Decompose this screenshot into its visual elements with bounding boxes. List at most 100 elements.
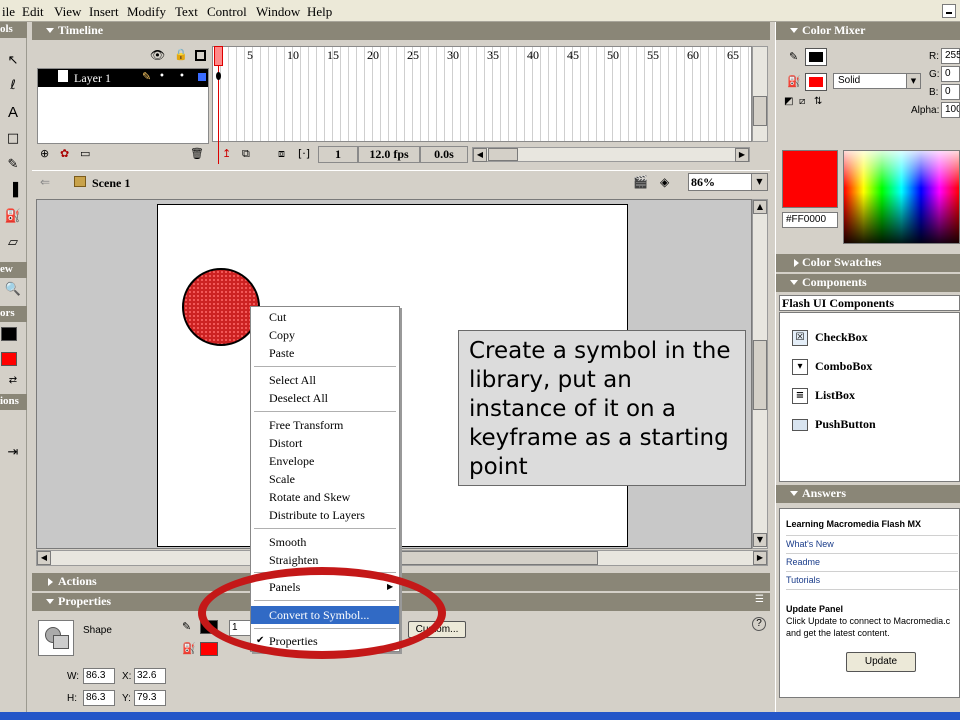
color-swatches-title-bar[interactable]: Color Swatches: [776, 254, 960, 272]
scene-name[interactable]: Scene 1: [92, 176, 130, 191]
layer-row[interactable]: Layer 1 ✎ • •: [38, 69, 208, 87]
smooth-option-icon[interactable]: ⇥: [4, 444, 22, 462]
timeline-vscroll[interactable]: [752, 46, 768, 142]
g-field[interactable]: 0: [941, 66, 960, 82]
zoom-tool-icon[interactable]: 🔍: [4, 281, 22, 299]
scroll-right-icon[interactable]: ▶: [753, 551, 767, 565]
text-tool-icon[interactable]: A: [4, 104, 22, 122]
edit-multiple-frames-icon[interactable]: ⧈: [278, 147, 285, 161]
timeline-title-bar[interactable]: Timeline: [32, 22, 770, 40]
alpha-field[interactable]: 100: [941, 102, 960, 118]
onion-skin-icon[interactable]: ⧉: [242, 147, 250, 161]
paint-bucket-tool-icon[interactable]: ⛽: [4, 208, 22, 226]
x-field[interactable]: 32.6: [134, 668, 166, 684]
rectangle-tool-icon[interactable]: □: [4, 130, 22, 148]
menu-control[interactable]: Control: [207, 4, 247, 20]
menu-text[interactable]: Text: [175, 4, 198, 20]
zoom-select[interactable]: 86% ▼: [688, 173, 768, 191]
lock-icon[interactable]: 🔒: [174, 48, 188, 61]
stroke-color-swatch[interactable]: [1, 327, 17, 341]
edit-symbols-icon[interactable]: ◈: [660, 175, 669, 189]
menu-item-envelope[interactable]: Envelope: [251, 452, 399, 470]
stroke-swatch[interactable]: [805, 48, 827, 66]
scroll-down-icon[interactable]: ▼: [753, 533, 767, 547]
menu-item-deselect-all[interactable]: Deselect All: [251, 389, 399, 407]
trash-icon[interactable]: 🗑: [190, 147, 204, 160]
insert-layer-icon[interactable]: ⊕: [40, 147, 49, 160]
chevron-down-icon[interactable]: ▼: [906, 74, 920, 88]
chevron-down-icon[interactable]: ▼: [751, 174, 767, 190]
component-pushbutton[interactable]: PushButton: [780, 414, 960, 436]
fill-swatch[interactable]: [805, 73, 827, 91]
selected-circle-shape[interactable]: [182, 268, 260, 346]
add-guide-layer-icon[interactable]: ✿: [60, 147, 69, 160]
menu-item-free-transform[interactable]: Free Transform: [251, 416, 399, 434]
width-field[interactable]: 86.3: [83, 668, 115, 684]
eye-icon[interactable]: 👁: [150, 48, 165, 62]
arrow-tool-icon[interactable]: ↖: [4, 52, 22, 70]
lasso-tool-icon[interactable]: ℓ: [4, 77, 22, 95]
playhead[interactable]: [214, 46, 223, 66]
menu-help[interactable]: Help: [307, 4, 332, 20]
timeline-hscroll-thumb[interactable]: [488, 148, 518, 161]
no-color-icon[interactable]: ⧄: [799, 96, 805, 107]
menu-item-cut[interactable]: Cut: [251, 308, 399, 326]
menu-item-scale[interactable]: Scale: [251, 470, 399, 488]
fill-color-swatch[interactable]: [1, 352, 17, 366]
menu-item-paste[interactable]: Paste: [251, 344, 399, 362]
menu-item-select-all[interactable]: Select All: [251, 371, 399, 389]
brush-tool-icon[interactable]: ✎: [4, 156, 22, 174]
visible-dot-icon[interactable]: •: [159, 71, 165, 82]
menu-item-smooth[interactable]: Smooth: [251, 533, 399, 551]
answers-link-readme[interactable]: Readme: [786, 557, 820, 567]
fill-style-select[interactable]: Solid ▼: [833, 73, 921, 89]
keyframe-dot[interactable]: [216, 72, 221, 80]
help-icon[interactable]: ?: [752, 617, 766, 631]
panel-menu-icon[interactable]: ☰: [755, 594, 764, 605]
timeline-vscroll-thumb[interactable]: [753, 96, 767, 126]
component-checkbox[interactable]: ☒ CheckBox: [780, 327, 960, 349]
component-combobox[interactable]: ▾ ComboBox: [780, 356, 960, 378]
answers-title-bar[interactable]: Answers: [776, 485, 960, 503]
component-set-select[interactable]: Flash UI Components: [779, 295, 960, 311]
menu-insert[interactable]: Insert: [89, 4, 119, 20]
stage-vscroll-thumb[interactable]: [753, 340, 767, 410]
stage-hscroll-thumb[interactable]: [398, 551, 598, 565]
fill-color-picker[interactable]: [200, 642, 218, 656]
center-frame-icon[interactable]: ↥: [222, 147, 231, 160]
answers-link-tutorials[interactable]: Tutorials: [786, 575, 820, 585]
components-title-bar[interactable]: Components: [776, 274, 960, 292]
scroll-right-icon[interactable]: ▶: [735, 148, 749, 162]
eraser-tool-icon[interactable]: ▱: [4, 234, 22, 252]
scroll-left-icon[interactable]: ◀: [473, 148, 487, 162]
menu-modify[interactable]: Modify: [127, 4, 166, 20]
default-colors-icon[interactable]: ◩: [784, 96, 793, 107]
menu-item-distribute-layers[interactable]: Distribute to Layers: [251, 506, 399, 524]
update-button[interactable]: Update: [846, 652, 916, 672]
outline-icon[interactable]: [195, 50, 206, 61]
fill-transform-tool-icon[interactable]: ▐: [4, 182, 22, 200]
menu-item-copy[interactable]: Copy: [251, 326, 399, 344]
insert-folder-icon[interactable]: ▭: [80, 147, 90, 160]
minimize-icon[interactable]: [942, 4, 956, 18]
menu-window[interactable]: Window: [256, 4, 300, 20]
menu-item-distort[interactable]: Distort: [251, 434, 399, 452]
b-field[interactable]: 0: [941, 84, 960, 100]
back-arrow-icon[interactable]: ⇐: [40, 175, 50, 189]
onion-markers-icon[interactable]: [·]: [298, 147, 310, 160]
edit-scene-icon[interactable]: 🎬: [633, 175, 648, 189]
menu-item-rotate-skew[interactable]: Rotate and Skew: [251, 488, 399, 506]
y-field[interactable]: 79.3: [134, 690, 166, 706]
color-mixer-title-bar[interactable]: Color Mixer: [776, 22, 960, 40]
swap-colors-icon[interactable]: ⇄: [4, 372, 22, 390]
scroll-left-icon[interactable]: ◀: [37, 551, 51, 565]
hex-field[interactable]: #FF0000: [782, 212, 838, 228]
swap-colors-icon[interactable]: ⇅: [814, 96, 822, 107]
menu-edit[interactable]: Edit: [22, 4, 44, 20]
answers-link-whats-new[interactable]: What's New: [786, 539, 834, 549]
menu-file[interactable]: ile: [2, 4, 15, 20]
height-field[interactable]: 86.3: [83, 690, 115, 706]
scroll-up-icon[interactable]: ▲: [753, 200, 767, 214]
menu-view[interactable]: View: [54, 4, 81, 20]
lock-dot-icon[interactable]: •: [179, 71, 185, 82]
